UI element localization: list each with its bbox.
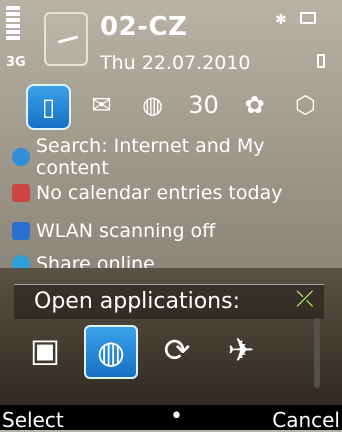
popup-title-bar: Open applications: ⤫ bbox=[14, 284, 324, 319]
photos-icon[interactable]: ✿ bbox=[234, 84, 275, 126]
list-item-calendar[interactable]: No calendar entries today bbox=[0, 174, 342, 212]
list-item-label: No calendar entries today bbox=[36, 182, 283, 204]
app-list: ▣ ◍ ⟳ ✈ bbox=[20, 325, 266, 379]
maps-icon[interactable]: ⬡ bbox=[285, 84, 326, 126]
operator-name: 02-CZ bbox=[100, 12, 188, 42]
network-type: 3G bbox=[6, 55, 26, 70]
gallery-app-icon[interactable]: ▣ bbox=[20, 325, 70, 375]
popup-title: Open applications: bbox=[34, 289, 240, 314]
share-app-icon[interactable]: ✈ bbox=[216, 325, 266, 375]
battery-icon bbox=[317, 54, 325, 68]
list-item-label: Search: Internet and My content bbox=[35, 135, 265, 179]
shortcut-bar: ▯ ✉ ◍ 30 ✿ ⬡ bbox=[26, 84, 326, 140]
web-icon[interactable]: ◍ bbox=[132, 84, 173, 126]
scrollbar[interactable] bbox=[314, 318, 320, 388]
list-item-search[interactable]: Search: Internet and My content bbox=[0, 135, 342, 179]
web-app-icon[interactable]: ◍ bbox=[84, 325, 138, 379]
search-icon bbox=[12, 148, 30, 166]
close-icon[interactable]: ⤫ bbox=[296, 287, 314, 312]
signal-strength-icon bbox=[6, 6, 32, 52]
bluetooth-icon: ✱ bbox=[275, 12, 287, 28]
date-label: Thu 22.07.2010 bbox=[100, 52, 251, 74]
sync-app-icon[interactable]: ⟳ bbox=[152, 325, 202, 375]
messages-icon[interactable]: ✉ bbox=[81, 84, 122, 126]
message-icon bbox=[300, 12, 316, 24]
middle-softkey[interactable]: • bbox=[170, 404, 183, 429]
list-item-label: WLAN scanning off bbox=[36, 220, 216, 242]
calendar-icon bbox=[12, 184, 30, 202]
contacts-icon[interactable]: ▯ bbox=[26, 84, 71, 130]
cancel-softkey[interactable]: Cancel bbox=[272, 408, 340, 432]
avatar bbox=[44, 12, 88, 66]
select-softkey[interactable]: Select bbox=[2, 408, 64, 432]
wlan-icon bbox=[12, 222, 30, 240]
calendar-icon[interactable]: 30 bbox=[183, 84, 224, 126]
